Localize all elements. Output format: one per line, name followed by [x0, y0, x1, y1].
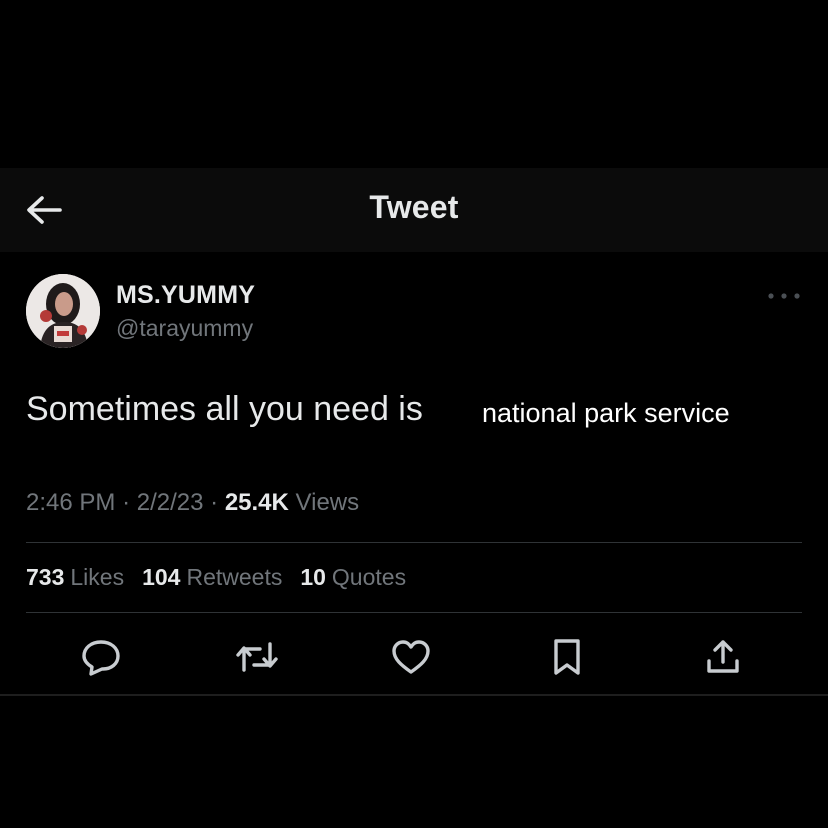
more-horizontal-icon [768, 293, 800, 299]
retweet-icon [236, 642, 278, 672]
divider [26, 612, 802, 613]
likes-stat[interactable]: 733 Likes [26, 564, 124, 591]
views-label: Views [295, 489, 360, 516]
reply-icon [82, 640, 120, 676]
like-button[interactable] [388, 634, 434, 680]
quotes-stat[interactable]: 10 Quotes [300, 564, 406, 591]
bookmark-button[interactable] [544, 634, 590, 680]
overlay-caption: national park service [482, 398, 730, 429]
avatar[interactable] [26, 274, 100, 348]
quotes-count: 10 [300, 564, 326, 590]
action-bar [0, 628, 828, 686]
header-bar: Tweet [0, 168, 828, 252]
tweet-meta: 2:46 PM · 2/2/23 · 25.4K Views [26, 489, 359, 517]
page-title: Tweet [369, 189, 459, 225]
likes-label: Likes [70, 564, 125, 590]
retweets-label: Retweets [186, 564, 283, 590]
engagement-stats: 733 Likes 104 Retweets 10 Quotes [26, 564, 406, 591]
meta-separator: · [210, 489, 219, 516]
likes-count: 733 [26, 564, 65, 590]
tweet-text: Sometimes all you need is [26, 390, 423, 428]
author-handle[interactable]: @tarayummy [116, 315, 253, 342]
reply-button[interactable] [78, 634, 124, 680]
bookmark-icon [554, 639, 580, 675]
avatar-image [26, 274, 100, 348]
more-button[interactable] [762, 284, 806, 308]
author-display-name[interactable]: MS.YUMMY [116, 281, 255, 310]
heart-icon [392, 640, 430, 674]
tweet-time: 2:46 PM [26, 489, 116, 516]
retweets-count: 104 [142, 564, 181, 590]
retweets-stat[interactable]: 104 Retweets [142, 564, 282, 591]
retweet-button[interactable] [234, 634, 280, 680]
divider [26, 542, 802, 543]
quotes-label: Quotes [331, 564, 407, 590]
tweet-date: 2/2/23 [136, 489, 204, 516]
meta-separator: · [122, 489, 131, 516]
share-button[interactable] [700, 634, 746, 680]
share-icon [707, 640, 739, 673]
views-count: 25.4K [224, 489, 289, 516]
divider [0, 694, 828, 696]
